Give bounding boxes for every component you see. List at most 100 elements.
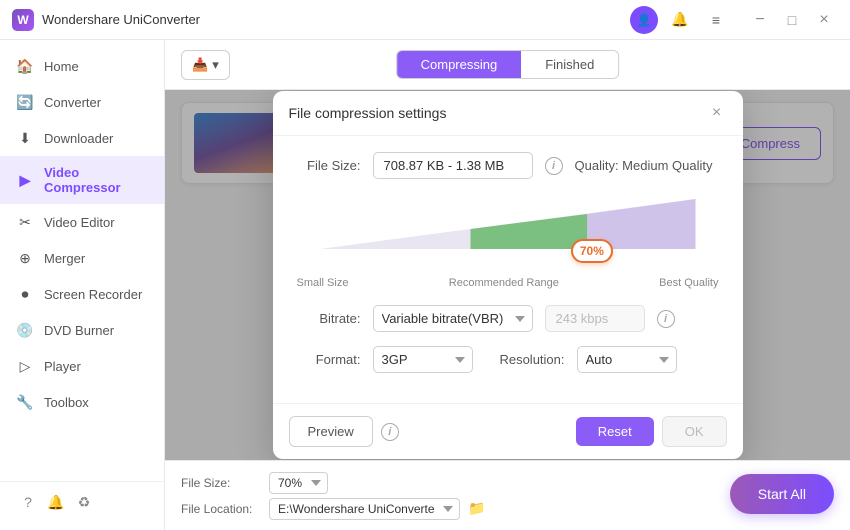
add-dropdown-arrow: ▾ xyxy=(212,57,219,73)
sidebar-item-player[interactable]: ▷ Player xyxy=(0,348,164,384)
format-resolution-row: Format: 3GP Resolution: Auto xyxy=(289,346,727,373)
bell-icon[interactable]: 🔔 xyxy=(666,6,694,34)
toolbar-tabs: Compressing Finished xyxy=(396,50,620,79)
file-size-row: File Size: i Quality: Medium Quality xyxy=(289,152,727,179)
maximize-button[interactable]: □ xyxy=(778,6,806,34)
modal-title: File compression settings xyxy=(289,105,447,121)
sync-icon[interactable]: ♻ xyxy=(72,490,96,514)
modal-close-button[interactable]: × xyxy=(707,103,727,123)
tab-finished[interactable]: Finished xyxy=(521,51,618,78)
add-icon: 📥 xyxy=(192,57,208,73)
sidebar-item-converter[interactable]: 🔄 Converter xyxy=(0,84,164,120)
modal-overlay: File compression settings × File Size: i… xyxy=(165,90,850,460)
notification-icon[interactable]: 🔔 xyxy=(44,490,68,514)
sidebar-item-home[interactable]: 🏠 Home xyxy=(0,48,164,84)
reset-button[interactable]: Reset xyxy=(576,417,654,446)
file-size-label: File Size: xyxy=(289,158,361,173)
window-controls: − □ × xyxy=(746,6,838,34)
compression-wedge-svg xyxy=(297,199,719,249)
downloader-icon: ⬇ xyxy=(16,129,34,147)
bitrate-kbps-input xyxy=(545,305,645,332)
modal-footer: Preview i Reset OK xyxy=(273,403,743,459)
help-icon[interactable]: ? xyxy=(16,490,40,514)
sidebar-item-video-compressor[interactable]: ▶ Video Compressor xyxy=(0,156,164,204)
resolution-label: Resolution: xyxy=(485,352,565,367)
home-icon: 🏠 xyxy=(16,57,34,75)
footer-right: Reset OK xyxy=(576,416,727,447)
minimize-button[interactable]: − xyxy=(746,6,774,34)
content-area: ‹ 📥 ▾ Compressing Finished jellies xyxy=(165,40,850,530)
format-label: Format: xyxy=(289,352,361,367)
quality-text: Quality: Medium Quality xyxy=(575,158,713,173)
modal-header: File compression settings × xyxy=(273,91,743,136)
small-size-label: Small Size xyxy=(297,277,349,289)
sidebar-bottom: ? 🔔 ♻ xyxy=(0,481,164,522)
bottom-file-location-label: File Location: xyxy=(181,502,261,516)
sidebar: 🏠 Home 🔄 Converter ⬇ Downloader ▶ Video … xyxy=(0,40,165,530)
footer-left: Preview i xyxy=(289,416,399,447)
file-size-info-icon[interactable]: i xyxy=(545,157,563,175)
resolution-select[interactable]: Auto xyxy=(577,346,677,373)
sidebar-item-merger[interactable]: ⊕ Merger xyxy=(0,240,164,276)
sidebar-item-label: Video Editor xyxy=(44,215,115,230)
toolbox-icon: 🔧 xyxy=(16,393,34,411)
sidebar-item-label: Downloader xyxy=(44,131,113,146)
best-quality-label: Best Quality xyxy=(659,277,718,289)
ok-button[interactable]: OK xyxy=(662,416,727,447)
bitrate-label: Bitrate: xyxy=(289,311,361,326)
open-folder-icon[interactable]: 📁 xyxy=(468,500,485,517)
compression-percent-badge: 70% xyxy=(571,239,613,263)
merger-icon: ⊕ xyxy=(16,249,34,267)
dvd-burner-icon: 💿 xyxy=(16,321,34,339)
bottom-bar: File Size: 70% File Location: E:\Wonders… xyxy=(165,460,850,530)
bitrate-select[interactable]: Variable bitrate(VBR) xyxy=(373,305,533,332)
file-size-input[interactable] xyxy=(373,152,533,179)
close-button[interactable]: × xyxy=(810,6,838,34)
sidebar-item-label: Video Compressor xyxy=(44,165,148,195)
sidebar-item-downloader[interactable]: ⬇ Downloader xyxy=(0,120,164,156)
slider-area: 70% Small Size Recommended Range Best Qu… xyxy=(289,193,727,289)
user-icon[interactable]: 👤 xyxy=(630,6,658,34)
format-select[interactable]: 3GP xyxy=(373,346,473,373)
bitrate-row: Bitrate: Variable bitrate(VBR) i xyxy=(289,305,727,332)
video-compressor-icon: ▶ xyxy=(16,171,34,189)
slider-labels: Small Size Recommended Range Best Qualit… xyxy=(297,277,719,289)
modal-body: File Size: i Quality: Medium Quality xyxy=(273,136,743,403)
sidebar-item-toolbox[interactable]: 🔧 Toolbox xyxy=(0,384,164,420)
sidebar-item-label: DVD Burner xyxy=(44,323,114,338)
video-editor-icon: ✂ xyxy=(16,213,34,231)
bitrate-info-icon[interactable]: i xyxy=(657,310,675,328)
start-all-button[interactable]: Start All xyxy=(730,474,834,514)
sidebar-item-label: Player xyxy=(44,359,81,374)
title-bar: W Wondershare UniConverter 👤 🔔 ≡ − □ × xyxy=(0,0,850,40)
menu-icon[interactable]: ≡ xyxy=(702,6,730,34)
sidebar-item-label: Merger xyxy=(44,251,85,266)
app-logo: W xyxy=(12,9,34,31)
compression-marker[interactable]: 70% xyxy=(571,239,613,263)
sidebar-item-screen-recorder[interactable]: ⏺ Screen Recorder xyxy=(0,276,164,312)
preview-info-icon[interactable]: i xyxy=(381,423,399,441)
file-list-area: jellies ✏ 📁 1.98 MB 📁 708.87 KB-1.38 MB xyxy=(165,90,850,460)
sidebar-item-dvd-burner[interactable]: 💿 DVD Burner xyxy=(0,312,164,348)
add-file-button[interactable]: 📥 ▾ xyxy=(181,50,230,80)
sidebar-item-label: Screen Recorder xyxy=(44,287,142,302)
slider-container[interactable]: 70% xyxy=(297,193,719,273)
sidebar-item-video-editor[interactable]: ✂ Video Editor xyxy=(0,204,164,240)
preview-button[interactable]: Preview xyxy=(289,416,373,447)
toolbar: 📥 ▾ Compressing Finished xyxy=(165,40,850,90)
compression-settings-modal: File compression settings × File Size: i… xyxy=(273,91,743,459)
player-icon: ▷ xyxy=(16,357,34,375)
sidebar-item-label: Converter xyxy=(44,95,101,110)
main-layout: 🏠 Home 🔄 Converter ⬇ Downloader ▶ Video … xyxy=(0,40,850,530)
bottom-file-size-label: File Size: xyxy=(181,476,261,490)
tab-compressing[interactable]: Compressing xyxy=(397,51,522,78)
bottom-file-location-select[interactable]: E:\Wondershare UniConverte xyxy=(269,498,460,520)
app-title: Wondershare UniConverter xyxy=(42,12,630,27)
sidebar-item-label: Toolbox xyxy=(44,395,89,410)
title-bar-actions: 👤 🔔 ≡ − □ × xyxy=(630,6,838,34)
sidebar-item-label: Home xyxy=(44,59,79,74)
screen-recorder-icon: ⏺ xyxy=(16,285,34,303)
recommended-range-label: Recommended Range xyxy=(449,277,559,289)
converter-icon: 🔄 xyxy=(16,93,34,111)
bottom-file-size-select[interactable]: 70% xyxy=(269,472,328,494)
